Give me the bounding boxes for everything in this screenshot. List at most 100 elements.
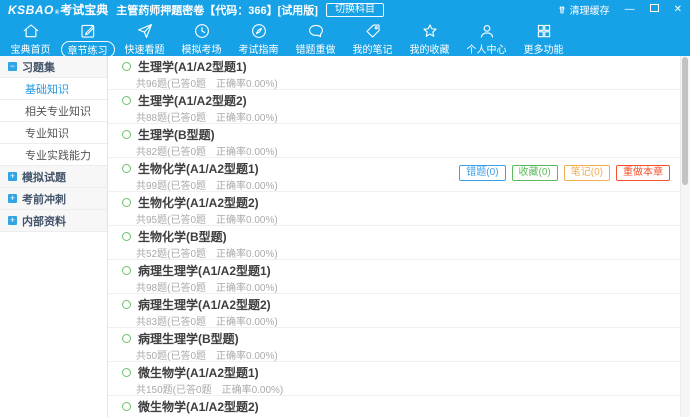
nav-item-5[interactable]: 考试指南 (230, 19, 287, 56)
nav-item-1[interactable]: 宝典首页 (2, 19, 59, 56)
nav-bar: 宝典首页 章节练习 快速看题 模拟考场 考试指南 错题重做 我的笔记 我的收藏 个人中心 更多功能 (0, 19, 690, 58)
chapter-stats: 共150题(已答0题 正确率0.00%) (136, 385, 284, 396)
close-button[interactable]: ✕ (674, 4, 682, 15)
nav-item-label: 我的收藏 (409, 45, 450, 56)
status-bullet-icon (122, 164, 131, 173)
grid-icon (535, 22, 553, 40)
sidebar-group-2[interactable]: + 模拟试题 (0, 166, 107, 188)
nav-item-9[interactable]: 个人中心 (458, 19, 515, 56)
status-bullet-icon (122, 300, 131, 309)
chapter-title: 生物化学(A1/A2型题2) (138, 196, 259, 210)
nav-item-label: 宝典首页 (10, 45, 51, 56)
collapse-icon: − (8, 61, 17, 71)
chapter-row[interactable]: 生物化学(A1/A2型题2) 共95题(已答0题 正确率0.00%) (108, 192, 680, 226)
chapter-title: 病理生理学(A1/A2型题2) (138, 298, 271, 312)
expand-icon: + (8, 193, 17, 203)
scrollbar-thumb[interactable] (682, 57, 688, 185)
chapter-title-line: 生理学(A1/A2型题2) (122, 93, 670, 108)
chapter-row[interactable]: 微生物学(A1/A2型题1) 共150题(已答0题 正确率0.00%) (108, 362, 680, 396)
sidebar-item-label: 专业实践能力 (25, 149, 91, 162)
chapter-title: 病理生理学(A1/A2型题1) (138, 264, 271, 278)
maximize-icon (649, 4, 659, 12)
notes-button[interactable]: 笔记(0) (563, 165, 610, 181)
nav-item-label: 考试指南 (238, 45, 279, 56)
scrollbar[interactable] (680, 56, 690, 417)
sidebar-item-label: 相关专业知识 (25, 105, 91, 118)
sidebar-item-4[interactable]: 专业实践能力 (0, 144, 107, 166)
sidebar-group-3[interactable]: + 考前冲刺 (0, 188, 107, 210)
brand-name: 考试宝典 (60, 3, 109, 17)
nav-item-8[interactable]: 我的收藏 (401, 19, 458, 56)
nav-item-4[interactable]: 模拟考场 (173, 19, 230, 56)
chapter-stats: 共95题(已答0题 正确率0.00%) (136, 215, 278, 226)
chapter-stats: 共52题(已答0题 正确率0.00%) (136, 249, 278, 260)
status-bullet-icon (122, 198, 131, 207)
nav-item-2[interactable]: 章节练习 (59, 19, 116, 58)
status-bullet-icon (122, 368, 131, 377)
sidebar-item-label: 基础知识 (25, 83, 69, 96)
sidebar-group-1[interactable]: − 习题集 (0, 56, 107, 78)
status-bullet-icon (122, 130, 131, 139)
chapter-row[interactable]: 生理学(B型题) 共82题(已答0题 正确率0.00%) (108, 124, 680, 158)
chapter-row[interactable]: 生理学(A1/A2型题1) 共96题(已答0题 正确率0.00%) (108, 56, 680, 90)
chapter-title-line: 生理学(A1/A2型题1) (122, 59, 670, 74)
page-title: 主管药师押题密卷【代码：366】[试用版] (116, 4, 318, 17)
nav-item-10[interactable]: 更多功能 (515, 19, 572, 56)
sidebar-group-label: 内部资料 (22, 215, 66, 228)
chapter-title: 生理学(B型题) (138, 128, 215, 142)
status-bullet-icon (122, 232, 131, 241)
chapter-row[interactable]: 生物化学(B型题) 共52题(已答0题 正确率0.00%) (108, 226, 680, 260)
chapter-row[interactable]: 生理学(A1/A2型题2) 共88题(已答0题 正确率0.00%) (108, 90, 680, 124)
chapter-row[interactable]: 微生物学(A1/A2型题2)共93题(已答0题 正确率0.00%) (108, 396, 680, 417)
switch-subject-button[interactable]: 切换科目 (325, 2, 384, 17)
wrong-questions-button[interactable]: 错题(0) (459, 165, 506, 181)
sidebar-item-label: 专业知识 (25, 127, 69, 140)
nav-item-7[interactable]: 我的笔记 (344, 19, 401, 56)
sidebar-group-label: 考前冲刺 (22, 193, 66, 206)
chapter-title-line: 病理生理学(A1/A2型题1) (122, 263, 670, 278)
tag-icon (364, 22, 382, 40)
minimize-button[interactable]: — (625, 4, 635, 15)
chapter-list: 生理学(A1/A2型题1) 共96题(已答0题 正确率0.00%) 生理学(A1/A… (108, 56, 680, 417)
nav-item-6[interactable]: 错题重做 (287, 19, 344, 56)
sidebar-item-3[interactable]: 专业知识 (0, 122, 107, 144)
sidebar: − 习题集 基础知识 相关专业知识 专业知识 专业实践能力 + 模拟试题 + 考前冲刺 + 内部资料 (0, 56, 108, 417)
titlebar: KSBAO ® 考试宝典 主管药师押题密卷【代码：366】[试用版] 切换科目 清理… (0, 0, 690, 19)
paper-plane-icon (136, 22, 154, 40)
chapter-title-line: 微生物学(A1/A2型题2) (122, 399, 670, 414)
chapter-stats: 共98题(已答0题 正确率0.00%) (136, 283, 278, 294)
chapter-stats: 共50题(已答0题 正确率0.00%) (136, 351, 278, 362)
app-window: KSBAO ® 考试宝典 主管药师押题密卷【代码：366】[试用版] 切换科目 清理… (0, 0, 690, 417)
clock-icon (193, 22, 211, 40)
chapter-title-line: 生物化学(A1/A2型题2) (122, 195, 670, 210)
chapter-title: 生理学(A1/A2型题2) (138, 94, 247, 108)
status-bullet-icon (122, 334, 131, 343)
logo-text: KSBAO (8, 3, 54, 17)
nav-item-3[interactable]: 快速看题 (116, 19, 173, 56)
sidebar-item-1[interactable]: 基础知识 (0, 78, 107, 100)
chapter-title-line: 微生物学(A1/A2型题1) (122, 365, 670, 380)
redo-chapter-button[interactable]: 重做本章 (616, 165, 670, 181)
chapter-stats: 共88题(已答0题 正确率0.00%) (136, 113, 278, 124)
chapter-row[interactable]: 生物化学(A1/A2型题1) 共99题(已答0题 正确率0.00%) 错题(0) 收藏… (108, 158, 680, 192)
chapter-stats: 共83题(已答0题 正确率0.00%) (136, 317, 278, 328)
chapter-row[interactable]: 病理生理学(A1/A2型题1) 共98题(已答0题 正确率0.00%) (108, 260, 680, 294)
sidebar-item-2[interactable]: 相关专业知识 (0, 100, 107, 122)
app-logo: KSBAO ® 考试宝典 (8, 1, 108, 18)
chapter-row[interactable]: 病理生理学(B型题) 共50题(已答0题 正确率0.00%) (108, 328, 680, 362)
chapter-row[interactable]: 病理生理学(A1/A2型题2) 共83题(已答0题 正确率0.00%) (108, 294, 680, 328)
clear-cache-button[interactable]: 清理缓存 (557, 2, 610, 17)
clear-cache-icon (557, 5, 567, 15)
chapter-title: 微生物学(A1/A2型题2) (138, 400, 259, 414)
chapter-title: 微生物学(A1/A2型题1) (138, 366, 259, 380)
status-bullet-icon (122, 402, 131, 411)
sidebar-group-4[interactable]: + 内部资料 (0, 210, 107, 232)
star-icon (421, 22, 439, 40)
status-bullet-icon (122, 266, 131, 275)
nav-item-label: 快速看题 (124, 45, 165, 56)
favorites-button[interactable]: 收藏(0) (511, 165, 558, 181)
nav-item-label: 个人中心 (466, 45, 507, 56)
chapter-title-line: 病理生理学(A1/A2型题2) (122, 297, 670, 312)
maximize-button[interactable] (649, 4, 659, 15)
chapter-title-line: 病理生理学(B型题) (122, 331, 670, 346)
